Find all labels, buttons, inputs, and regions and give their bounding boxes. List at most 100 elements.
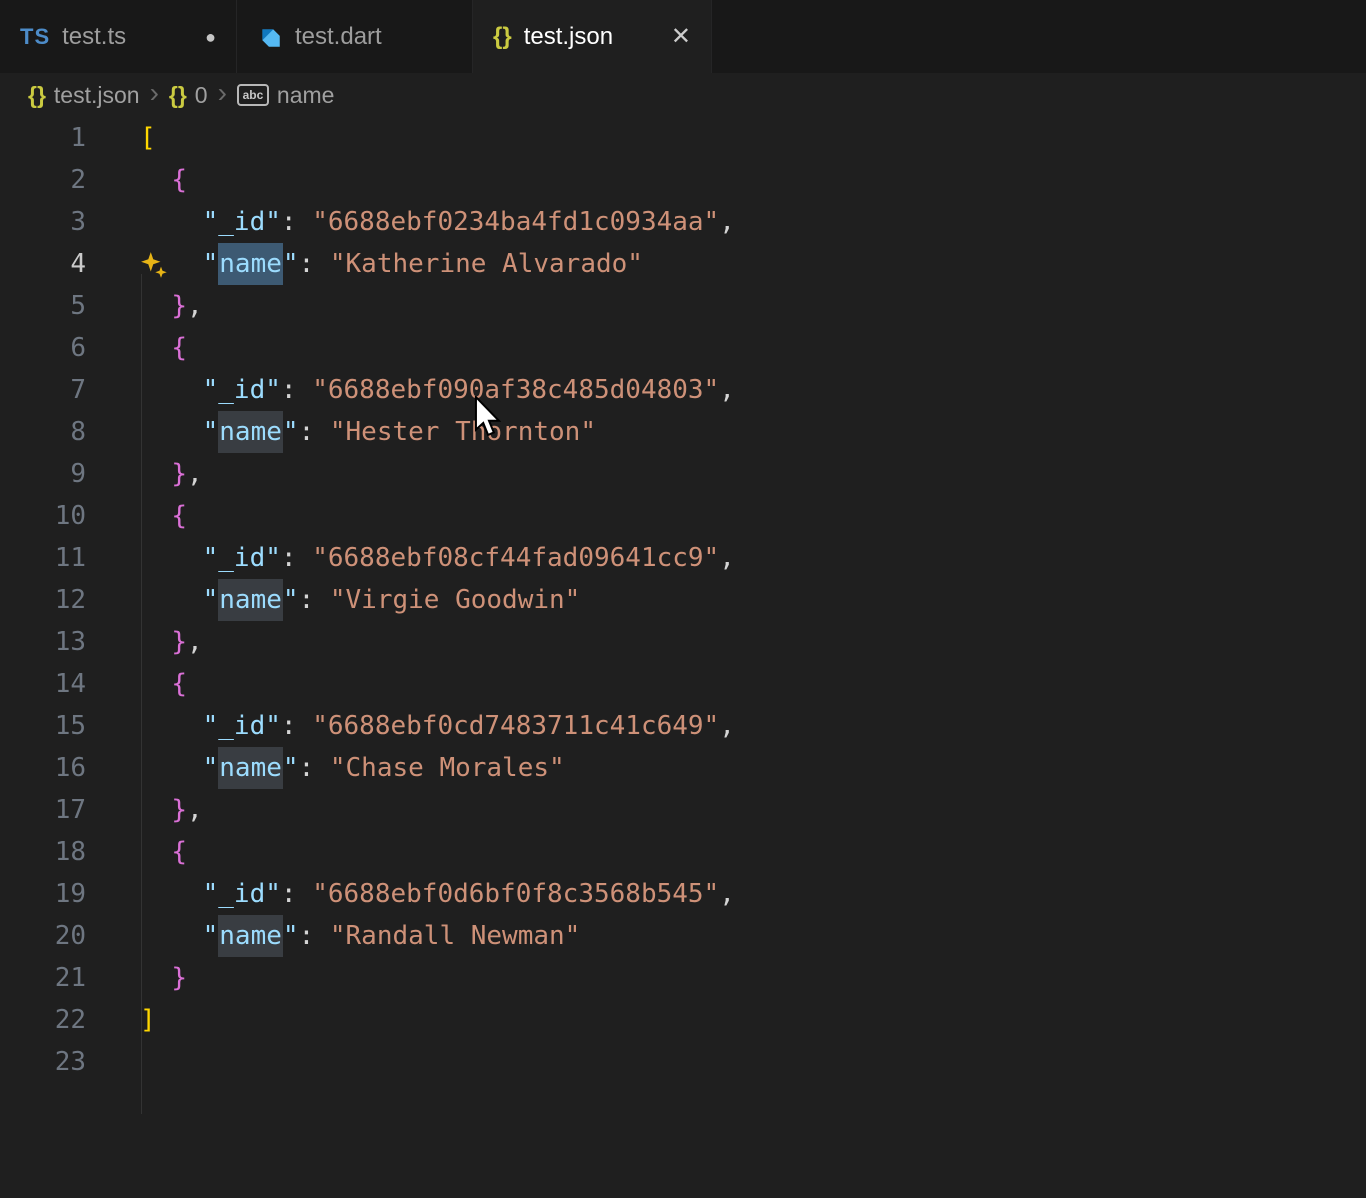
breadcrumb-item-file[interactable]: {} test.json	[28, 82, 140, 109]
code-editor[interactable]: 1[2 {3 "_id": "6688ebf0234ba4fd1c0934aa"…	[0, 117, 1366, 1114]
code-text: "_id": "6688ebf0d6bf0f8c3568b545",	[140, 873, 1366, 915]
line-number[interactable]: 11	[0, 537, 86, 579]
gutter	[86, 411, 140, 453]
gutter	[86, 747, 140, 789]
code-token: ]	[140, 1005, 156, 1035]
code-text: }	[140, 957, 1366, 999]
code-line[interactable]: 9 },	[0, 453, 1366, 495]
code-line[interactable]: 2 {	[0, 159, 1366, 201]
code-line[interactable]: 12 "name": "Virgie Goodwin"	[0, 579, 1366, 621]
code-line[interactable]: 15 "_id": "6688ebf0cd7483711c41c649",	[0, 705, 1366, 747]
code-token: "_id"	[202, 879, 281, 909]
code-lines: 1[2 {3 "_id": "6688ebf0234ba4fd1c0934aa"…	[0, 117, 1366, 1083]
code-line[interactable]: 6 {	[0, 327, 1366, 369]
line-number[interactable]: 10	[0, 495, 86, 537]
tab-test-ts[interactable]: TS test.ts ●	[0, 0, 237, 73]
code-line[interactable]: 7 "_id": "6688ebf090af38c485d04803",	[0, 369, 1366, 411]
line-number[interactable]: 20	[0, 915, 86, 957]
code-token: "	[202, 921, 219, 951]
code-line[interactable]: 1[	[0, 117, 1366, 159]
line-number[interactable]: 1	[0, 117, 86, 159]
code-line[interactable]: 16 "name": "Chase Morales"	[0, 747, 1366, 789]
breadcrumb-label: test.json	[53, 81, 140, 108]
line-number[interactable]: 21	[0, 957, 86, 999]
code-line[interactable]: 17 },	[0, 789, 1366, 831]
line-number[interactable]: 15	[0, 705, 86, 747]
code-token: "	[202, 417, 219, 447]
line-number[interactable]: 6	[0, 327, 86, 369]
line-number[interactable]: 22	[0, 999, 86, 1041]
gutter	[86, 579, 140, 621]
code-text: "_id": "6688ebf0cd7483711c41c649",	[140, 705, 1366, 747]
line-number[interactable]: 9	[0, 453, 86, 495]
breadcrumb-item-object[interactable]: {} 0	[169, 82, 208, 109]
code-text: "name": "Chase Morales"	[140, 747, 1366, 789]
line-number[interactable]: 16	[0, 747, 86, 789]
line-number[interactable]: 5	[0, 285, 86, 327]
code-line[interactable]: 11 "_id": "6688ebf08cf44fad09641cc9",	[0, 537, 1366, 579]
tab-test-dart[interactable]: test.dart	[237, 0, 473, 73]
code-token: "	[282, 753, 299, 783]
line-number[interactable]: 18	[0, 831, 86, 873]
modified-dot-icon[interactable]: ●	[205, 28, 216, 46]
code-line[interactable]: 14 {	[0, 663, 1366, 705]
line-number[interactable]: 3	[0, 201, 86, 243]
code-line[interactable]: 10 {	[0, 495, 1366, 537]
breadcrumb-label: name	[276, 81, 335, 108]
line-number[interactable]: 23	[0, 1041, 86, 1083]
gutter	[86, 957, 140, 999]
code-token: :	[298, 921, 330, 951]
code-token: "6688ebf08cf44fad09641cc9"	[312, 543, 720, 573]
line-number[interactable]: 13	[0, 621, 86, 663]
dart-icon	[257, 24, 283, 50]
code-token: ,	[186, 291, 203, 321]
line-number[interactable]: 14	[0, 663, 86, 705]
code-line[interactable]: 23	[0, 1041, 1366, 1083]
code-token: :	[298, 753, 330, 783]
code-line[interactable]: 18 {	[0, 831, 1366, 873]
tab-label: test.ts	[62, 22, 127, 50]
code-token: }	[171, 291, 187, 321]
line-number[interactable]: 2	[0, 159, 86, 201]
gutter	[86, 999, 140, 1041]
line-number[interactable]: 8	[0, 411, 86, 453]
line-number[interactable]: 4	[0, 243, 86, 285]
breadcrumb-item-property[interactable]: abc name	[236, 81, 335, 109]
code-text: "_id": "6688ebf090af38c485d04803",	[140, 369, 1366, 411]
code-line[interactable]: 3 "_id": "6688ebf0234ba4fd1c0934aa",	[0, 201, 1366, 243]
line-number[interactable]: 12	[0, 579, 86, 621]
code-token: "	[282, 585, 299, 615]
gutter	[86, 663, 140, 705]
line-number[interactable]: 19	[0, 873, 86, 915]
code-line[interactable]: 4 "name": "Katherine Alvarado"	[0, 243, 1366, 285]
code-token: }	[171, 795, 187, 825]
code-line[interactable]: 8 "name": "Hester Thornton"	[0, 411, 1366, 453]
code-token: "	[202, 585, 219, 615]
code-text: "name": "Randall Newman"	[140, 915, 1366, 957]
close-icon[interactable]: ✕	[671, 24, 691, 49]
code-token: {	[171, 165, 187, 195]
breadcrumb: {} test.json › {} 0 › abc name	[0, 73, 1366, 117]
code-line[interactable]: 21 }	[0, 957, 1366, 999]
line-number[interactable]: 17	[0, 789, 86, 831]
typescript-icon: TS	[20, 23, 51, 49]
code-text: "name": "Hester Thornton"	[140, 411, 1366, 453]
code-line[interactable]: 5 },	[0, 285, 1366, 327]
code-token: :	[280, 879, 313, 909]
code-line[interactable]: 19 "_id": "6688ebf0d6bf0f8c3568b545",	[0, 873, 1366, 915]
code-line[interactable]: 13 },	[0, 621, 1366, 663]
gutter	[86, 621, 140, 663]
code-token: ,	[719, 711, 735, 741]
line-number[interactable]: 7	[0, 369, 86, 411]
tab-test-json[interactable]: {} test.json ✕	[473, 0, 712, 73]
code-line[interactable]: 20 "name": "Randall Newman"	[0, 915, 1366, 957]
copilot-sparkle-icon[interactable]	[140, 250, 168, 278]
code-token: "Randall Newman"	[329, 921, 581, 951]
code-line[interactable]: 22]	[0, 999, 1366, 1041]
